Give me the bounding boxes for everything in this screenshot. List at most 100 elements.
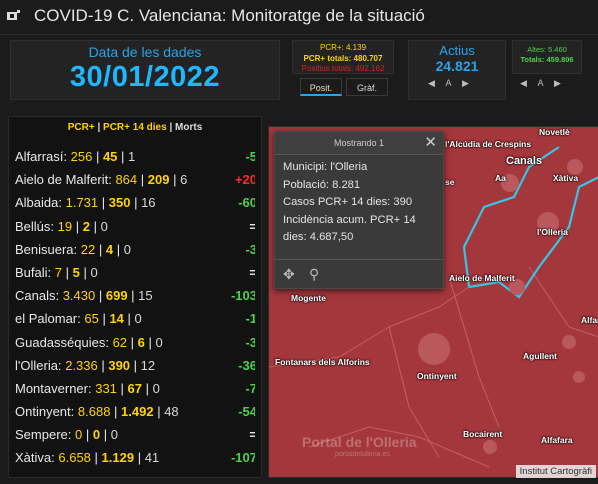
trend-delta: -103 <box>230 288 257 304</box>
list-item[interactable]: el Palomar: 65 | 14 | 0 -1 <box>9 307 261 330</box>
separator: | <box>82 427 93 443</box>
pcr14-value: 45 <box>102 149 118 164</box>
close-icon[interactable]: ✕ <box>424 134 437 152</box>
pcr-value: 22 <box>80 241 96 257</box>
row-values: Xàtiva: 6.658 | 1.129 | 41 <box>15 446 159 469</box>
morts-value: 1 <box>128 149 136 164</box>
morts-value: 15 <box>138 288 153 304</box>
map-label: Agullent <box>523 351 557 361</box>
separator: | <box>110 404 122 420</box>
row-values: el Palomar: 65 | 14 | 0 <box>15 307 142 330</box>
map-label: Mogente <box>291 293 326 303</box>
app-logo-icon <box>7 10 20 20</box>
pcr-value: 62 <box>112 334 128 350</box>
actius-label: Actius <box>439 43 475 58</box>
list-item[interactable]: Alfarrasí: 256 | 45 | 1 -5 <box>9 145 261 168</box>
trend-delta: -107 <box>230 450 257 466</box>
separator: | <box>137 172 148 188</box>
next-arrow-icon[interactable]: ▶ <box>462 78 469 89</box>
list-item[interactable]: Canals: 3.430 | 699 | 15 -103 <box>9 284 261 307</box>
pcr-value: 65 <box>84 311 99 327</box>
pcr-total: PCR+ totals: 480.707 <box>303 53 383 63</box>
pcr-card: PCR+: 4.139 PCR+ totals: 480.707 Positiu… <box>292 40 394 74</box>
list-item[interactable]: Ontinyent: 8.688 | 1.492 | 48 -54 <box>9 400 261 423</box>
list-item[interactable]: Bufali: 7 | 5 | 0 = <box>9 261 261 284</box>
feature-popup: Mostrando 1 ✕ Municipi: l'Olleria Poblac… <box>274 131 444 289</box>
morts-value: 0 <box>155 334 163 350</box>
separator: | <box>89 218 101 234</box>
municipality-list-panel: PCR+ | PCR+ 14 dies | Morts Alfarrasí: 2… <box>8 116 262 478</box>
separator: | <box>144 334 156 350</box>
list-header: PCR+ | PCR+ 14 dies | Morts <box>9 119 261 137</box>
list-item[interactable]: Xàtiva: 6.658 | 1.129 | 41 -107 <box>9 446 261 469</box>
tab-positius[interactable]: Posit. <box>300 78 342 96</box>
list-item[interactable]: Albaida: 1.731 | 350 | 16 -60 <box>9 191 261 214</box>
next-arrow-icon[interactable]: ▶ <box>554 78 561 89</box>
pcr-value: 864 <box>115 172 138 188</box>
popup-title: Mostrando 1 <box>275 132 443 155</box>
header-pcr14: PCR+ 14 dies <box>103 122 167 133</box>
pcr-value: 6.658 <box>58 450 91 466</box>
municipality-name: Xàtiva: <box>15 450 55 466</box>
separator: | <box>72 218 83 234</box>
list-item[interactable]: Sempere: 0 | 0 | 0 = <box>9 423 261 446</box>
row-values: Montaverner: 331 | 67 | 0 <box>15 377 160 400</box>
map-attribution[interactable]: Institut Cartogràfi <box>515 465 596 478</box>
pcr-value: 1.731 <box>65 195 99 211</box>
list-scrollbar[interactable] <box>255 120 261 476</box>
map-label: Fontanars dels Alforins <box>275 357 370 367</box>
header-separator: | <box>166 122 176 133</box>
title-bar: COVID-19 C. Valenciana: Monitoratge de l… <box>0 0 598 35</box>
pcr-value: 2.336 <box>65 357 98 373</box>
separator: | <box>123 311 135 327</box>
pcr14-value: 14 <box>109 311 124 327</box>
municipality-name: l'Olleria: <box>15 357 62 373</box>
separator: | <box>127 288 139 304</box>
trend-delta: +20 <box>234 172 257 188</box>
list-item[interactable]: Montaverner: 331 | 67 | 0 -7 <box>9 377 261 400</box>
pcr14-value: 209 <box>147 172 170 188</box>
map-label: se <box>445 177 455 187</box>
morts-value: 0 <box>100 218 108 234</box>
separator: | <box>134 450 145 466</box>
list-item[interactable]: Bellús: 19 | 2 | 0 = <box>9 215 261 238</box>
altes-card: Altes: 5.460 Totals: 459.806 <box>512 40 582 74</box>
altes-nav: ◀ A ▶ <box>520 78 561 94</box>
pcr-value: 256 <box>70 149 93 164</box>
prev-arrow-icon[interactable]: ◀ <box>428 78 435 89</box>
separator: | <box>98 311 110 327</box>
map-label: Aa <box>495 173 506 183</box>
pcr-value: 19 <box>57 218 73 234</box>
popup-incidencia-line1: Incidència acum. PCR+ 14 <box>283 213 416 226</box>
pcr14-value: 1.129 <box>101 450 135 466</box>
row-values: Aielo de Malferit: 864 | 209 | 6 <box>15 168 187 191</box>
pcr14-value: 5 <box>72 264 80 280</box>
list-item[interactable]: l'Olleria: 2.336 | 390 | 12 -36 <box>9 354 261 377</box>
prev-arrow-icon[interactable]: ◀ <box>520 78 527 89</box>
list-item[interactable]: Benisuera: 22 | 4 | 0 -3 <box>9 238 261 261</box>
zoom-to-icon[interactable]: ⚲ <box>309 266 319 283</box>
municipality-name: Bufali: <box>15 264 52 280</box>
municipality-name: el Palomar: <box>15 311 81 327</box>
list-item[interactable]: Aielo de Malferit: 864 | 209 | 6 +20 <box>9 168 261 191</box>
separator: | <box>113 241 124 257</box>
separator: | <box>130 357 141 373</box>
row-values: Albaida: 1.731 | 350 | 16 <box>15 191 156 214</box>
tab-grafic[interactable]: Gràf. <box>346 78 388 96</box>
municipality-name: Guadasséquies: <box>15 334 109 350</box>
municipality-name: Aielo de Malferit: <box>15 172 112 188</box>
morts-value: 0 <box>123 241 131 257</box>
popup-municipi: Municipi: l'Olleria <box>283 161 368 173</box>
morts-value: 16 <box>141 195 156 211</box>
separator: | <box>90 450 102 466</box>
map-label: Alfarrasí <box>581 315 598 325</box>
separator: | <box>95 241 106 257</box>
date-label: Data de les dades <box>88 44 202 60</box>
pcr14-value: 6 <box>137 334 145 350</box>
row-values: Alfarrasí: 256 | 45 | 1 <box>15 145 135 168</box>
morts-value: 0 <box>134 311 142 327</box>
pan-to-icon[interactable]: ✥ <box>283 266 295 283</box>
positius-total: Positius totals: 492.162 <box>301 64 385 73</box>
pcr-value: 3.430 <box>62 288 96 304</box>
list-item[interactable]: Guadasséquies: 62 | 6 | 0 -3 <box>9 331 261 354</box>
